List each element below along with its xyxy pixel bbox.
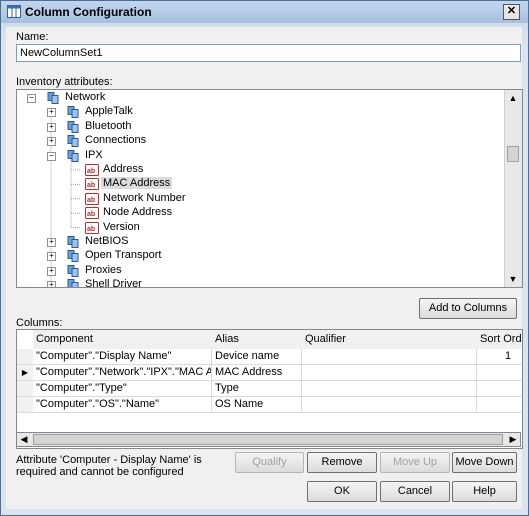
horizontal-scroll-thumb[interactable] [33, 434, 503, 445]
tree-node-label[interactable]: Shell Driver [83, 278, 144, 287]
svg-text:ab: ab [87, 197, 95, 204]
grid-cell-qualifier[interactable] [302, 349, 477, 365]
column-configuration-dialog: Column Configuration ✕ Name: Inventory a… [0, 0, 529, 516]
scroll-thumb[interactable] [507, 146, 519, 162]
grid-cell-alias[interactable]: OS Name [212, 397, 302, 413]
grid-cell-sort[interactable] [477, 381, 522, 397]
network-icon [67, 149, 79, 162]
grid-cell-component[interactable]: "Computer"."Display Name" [33, 349, 212, 365]
expand-icon[interactable]: + [47, 122, 56, 132]
network-icon [47, 92, 59, 104]
name-input[interactable] [16, 44, 521, 62]
tree-node-label[interactable]: MAC Address [101, 177, 173, 190]
column-header-qualifier[interactable]: Qualifier [302, 330, 477, 349]
grid-cell-sort[interactable] [477, 365, 522, 381]
row-header[interactable] [17, 397, 33, 413]
network-icon [67, 250, 79, 263]
column-header-alias[interactable]: Alias [212, 330, 302, 349]
move-up-button[interactable]: Move Up [380, 452, 450, 473]
close-icon: ✕ [506, 5, 517, 17]
dialog-icon [7, 5, 21, 18]
scroll-down-arrow-icon[interactable]: ▼ [507, 273, 519, 285]
move-down-button[interactable]: Move Down [452, 452, 517, 473]
grid-cell-component[interactable]: "Computer"."Type" [33, 381, 212, 397]
tree-node-label[interactable]: Connections [83, 134, 148, 146]
current-row-indicator-icon[interactable]: ▶ [17, 365, 33, 381]
expand-icon[interactable]: + [47, 281, 56, 287]
required-attribute-note: Attribute 'Computer - Display Name' is r… [16, 454, 202, 478]
network-icon [67, 106, 79, 119]
grid-cell-component[interactable]: "Computer"."Network"."IPX"."MAC Ad [33, 365, 212, 381]
tree-node-label[interactable]: Address [101, 163, 145, 175]
columns-grid[interactable]: Component Alias Qualifier Sort Order "Co… [16, 329, 523, 449]
collapse-icon[interactable]: − [47, 151, 56, 161]
row-header[interactable] [17, 381, 33, 397]
grid-cell-sort[interactable]: 1 [477, 349, 522, 365]
ok-button[interactable]: OK [307, 481, 377, 502]
network-icon [67, 279, 79, 287]
column-header-component[interactable]: Component [33, 330, 212, 349]
grid-cell-alias[interactable]: MAC Address [212, 365, 302, 381]
remove-button[interactable]: Remove [307, 452, 377, 473]
tree-node-label[interactable]: Proxies [83, 264, 124, 276]
tree-node-label[interactable]: IPX [83, 149, 105, 161]
tree-node-label[interactable]: NetBIOS [83, 235, 130, 247]
grid-cell-alias[interactable]: Device name [212, 349, 302, 365]
expand-icon[interactable]: + [47, 266, 56, 276]
cancel-button[interactable]: Cancel [380, 481, 450, 502]
name-label: Name: [16, 31, 49, 43]
attribute-icon: ab [85, 178, 99, 191]
tree-node-label[interactable]: Network [63, 91, 107, 103]
svg-text:ab: ab [87, 226, 95, 233]
svg-text:ab: ab [87, 211, 95, 218]
expand-icon[interactable]: + [47, 252, 56, 262]
tree-vertical-scrollbar[interactable]: ▲ ▼ [504, 90, 522, 287]
add-to-columns-button[interactable]: Add to Columns [419, 298, 517, 319]
tree-node-label[interactable]: Node Address [101, 206, 174, 218]
collapse-icon[interactable]: − [27, 94, 36, 103]
grid-cell-qualifier[interactable] [302, 365, 477, 381]
tree-node-label[interactable]: Version [101, 221, 142, 233]
close-button[interactable]: ✕ [503, 4, 520, 20]
grid-cell-qualifier[interactable] [302, 381, 477, 397]
network-icon [67, 236, 79, 248]
grid-cell-sort[interactable] [477, 397, 522, 413]
attribute-icon: ab [85, 192, 99, 205]
expand-icon[interactable]: + [47, 108, 56, 118]
help-button[interactable]: Help [452, 481, 517, 502]
inventory-attributes-label: Inventory attributes: [16, 76, 113, 88]
dialog-body: Name: Inventory attributes: ▲ ▼ − Network… [6, 27, 523, 509]
grid-horizontal-scrollbar[interactable]: ◀ ▶ [16, 432, 521, 447]
tree-node-label[interactable]: Bluetooth [83, 120, 133, 132]
svg-text:ab: ab [87, 168, 95, 175]
tree-node-label[interactable]: Network Number [101, 192, 188, 204]
tree-node-label[interactable]: Open Transport [83, 249, 163, 261]
grid-cell-qualifier[interactable] [302, 397, 477, 413]
grid-cell-component[interactable]: "Computer"."OS"."Name" [33, 397, 212, 413]
expand-icon[interactable]: + [47, 238, 56, 247]
network-icon [67, 264, 79, 277]
attribute-icon: ab [85, 207, 99, 220]
dialog-title: Column Configuration [25, 5, 152, 19]
grid-cell-alias[interactable]: Type [212, 381, 302, 397]
network-icon [67, 120, 79, 133]
column-header-sort-order[interactable]: Sort Order [477, 330, 522, 349]
columns-label: Columns: [16, 317, 63, 329]
attribute-icon: ab [85, 164, 99, 176]
row-header[interactable] [17, 349, 33, 365]
qualify-button[interactable]: Qualify [235, 452, 304, 473]
title-bar[interactable]: Column Configuration ✕ [1, 1, 528, 23]
scroll-up-arrow-icon[interactable]: ▲ [507, 92, 519, 104]
inventory-attributes-tree[interactable]: ▲ ▼ − Network + AppleTalk + Bluetooth + Connect… [16, 89, 523, 288]
expand-icon[interactable]: + [47, 137, 56, 147]
svg-text:ab: ab [87, 182, 95, 189]
scroll-left-arrow-icon[interactable]: ◀ [18, 433, 30, 446]
tree-node-label[interactable]: AppleTalk [83, 105, 135, 117]
scroll-right-arrow-icon[interactable]: ▶ [507, 433, 519, 446]
network-icon [67, 135, 79, 148]
attribute-icon: ab [85, 221, 99, 234]
